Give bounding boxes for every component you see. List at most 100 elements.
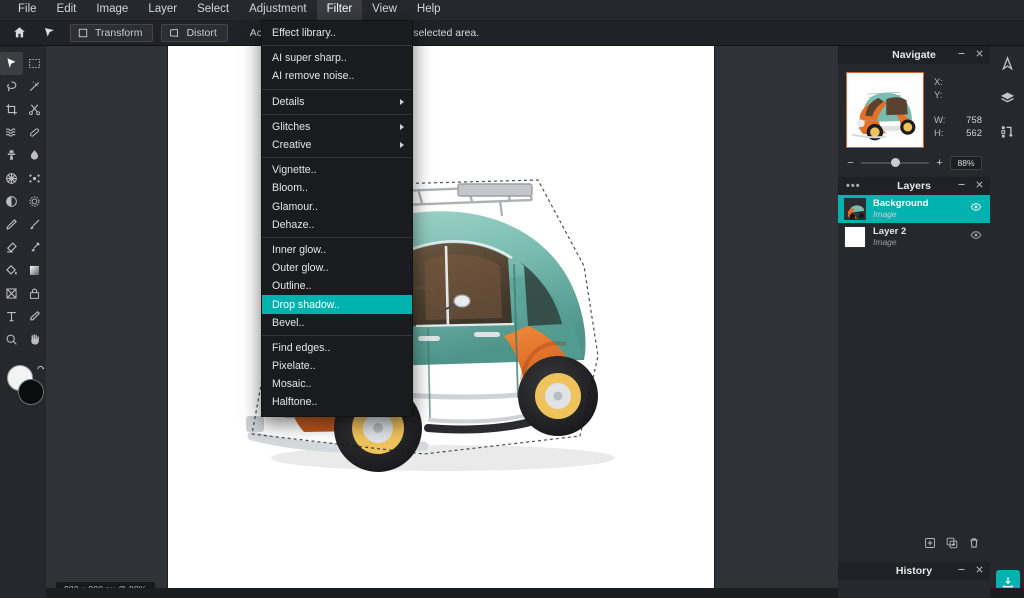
particles-tool[interactable] xyxy=(23,167,46,190)
add-layer-button[interactable] xyxy=(924,536,936,554)
menu-item-dehaze[interactable]: Dehaze.. xyxy=(262,216,412,234)
menu-select[interactable]: Select xyxy=(187,0,239,20)
menu-item-glamour[interactable]: Glamour.. xyxy=(262,198,412,216)
menu-item-glitches[interactable]: Glitches xyxy=(262,118,412,136)
menu-layer[interactable]: Layer xyxy=(138,0,187,20)
filter-dropdown-menu[interactable]: Effect library.. AI super sharp.. AI rem… xyxy=(261,20,413,417)
close-icon[interactable] xyxy=(975,180,984,192)
transform-button[interactable]: Transform xyxy=(70,23,154,42)
menu-item-inner-glow[interactable]: Inner glow.. xyxy=(262,241,412,259)
menu-item-drop-shadow[interactable]: Drop shadow.. xyxy=(262,295,412,314)
close-icon[interactable] xyxy=(975,565,984,577)
navigate-rail-icon[interactable] xyxy=(1000,56,1015,76)
layer-name: Background xyxy=(873,198,929,209)
zoom-in-button[interactable]: + xyxy=(935,157,944,169)
art-brush-tool[interactable] xyxy=(23,236,46,259)
menu-item-vignette[interactable]: Vignette.. xyxy=(262,161,412,179)
layers-list: Background Image Layer 2 Image xyxy=(838,195,990,251)
minimize-icon[interactable] xyxy=(957,180,966,192)
menu-item-bloom[interactable]: Bloom.. xyxy=(262,179,412,197)
blur-drop-tool[interactable] xyxy=(23,144,46,167)
layers-rail-icon[interactable] xyxy=(1000,90,1015,110)
layer-row-background[interactable]: Background Image xyxy=(838,195,990,223)
zoom-tool[interactable] xyxy=(0,328,23,351)
menu-separator xyxy=(262,157,412,159)
menu-item-pixelate[interactable]: Pixelate.. xyxy=(262,357,412,375)
menu-item-creative[interactable]: Creative xyxy=(262,136,412,154)
menu-separator xyxy=(262,113,412,115)
menu-item-mosaic[interactable]: Mosaic.. xyxy=(262,375,412,393)
history-rail-icon[interactable] xyxy=(1000,124,1015,144)
menu-separator xyxy=(262,236,412,238)
document-page[interactable] xyxy=(168,46,714,598)
eyedropper-tool[interactable] xyxy=(23,305,46,328)
home-icon[interactable] xyxy=(6,22,32,44)
liquify-tool[interactable] xyxy=(0,121,23,144)
sharpen-tool[interactable] xyxy=(23,190,46,213)
right-icon-rail xyxy=(990,46,1024,598)
lock-tool[interactable] xyxy=(23,282,46,305)
menu-edit[interactable]: Edit xyxy=(47,0,87,20)
menu-file[interactable]: File xyxy=(8,0,47,20)
navigate-w-value: 758 xyxy=(966,115,982,126)
menu-item-bevel[interactable]: Bevel.. xyxy=(262,314,412,332)
hand-tool[interactable] xyxy=(23,328,46,351)
menu-item-halftone[interactable]: Halftone.. xyxy=(262,393,412,411)
pencil-tool[interactable] xyxy=(0,213,23,236)
menu-item-creative-label: Creative xyxy=(272,139,312,152)
dodge-burn-tool[interactable] xyxy=(0,190,23,213)
navigate-h-label: H: xyxy=(934,128,944,139)
healing-brush-tool[interactable] xyxy=(23,121,46,144)
menu-item-ai-super-sharp[interactable]: AI super sharp.. xyxy=(262,49,412,67)
minimize-icon[interactable] xyxy=(957,565,966,577)
background-color-swatch[interactable] xyxy=(18,379,44,405)
magic-wand-tool[interactable] xyxy=(23,75,46,98)
menu-item-ai-remove-noise[interactable]: AI remove noise.. xyxy=(262,67,412,85)
menu-view[interactable]: View xyxy=(362,0,407,20)
distort-button[interactable]: Distort xyxy=(161,23,228,42)
eraser-tool[interactable] xyxy=(0,236,23,259)
minimize-icon[interactable] xyxy=(957,49,966,61)
menu-help[interactable]: Help xyxy=(407,0,451,20)
more-options-icon[interactable]: ••• xyxy=(846,180,861,192)
layer-type: Image xyxy=(873,209,897,219)
menu-item-outline[interactable]: Outline.. xyxy=(262,277,412,295)
pointer-icon[interactable] xyxy=(36,22,62,44)
layer-visibility-icon[interactable] xyxy=(970,200,982,218)
menu-image[interactable]: Image xyxy=(86,0,138,20)
menu-adjustment[interactable]: Adjustment xyxy=(239,0,317,20)
canvas-area[interactable]: 980 x 980 px @ 88% xyxy=(46,46,838,598)
options-bar: Transform Distort Active selection - dra… xyxy=(0,20,1024,46)
move-tool[interactable] xyxy=(0,52,23,75)
gradient-tool[interactable] xyxy=(23,259,46,282)
zoom-value-field[interactable]: 88% xyxy=(950,156,982,170)
delete-layer-button[interactable] xyxy=(968,536,980,554)
paint-bucket-tool[interactable] xyxy=(0,259,23,282)
zoom-slider-handle[interactable] xyxy=(890,158,900,167)
layer-visibility-icon[interactable] xyxy=(970,228,982,246)
marquee-select-tool[interactable] xyxy=(23,52,46,75)
close-icon[interactable] xyxy=(975,49,984,61)
scissors-tool[interactable] xyxy=(23,98,46,121)
crop-tool[interactable] xyxy=(0,98,23,121)
menu-bar: File Edit Image Layer Select Adjustment … xyxy=(0,0,1024,20)
navigator-thumbnail[interactable] xyxy=(846,72,924,148)
zoom-slider[interactable] xyxy=(861,157,929,169)
clone-stamp-tool[interactable] xyxy=(0,144,23,167)
menu-item-find-edges[interactable]: Find edges.. xyxy=(262,339,412,357)
gradient-mesh-tool[interactable] xyxy=(0,167,23,190)
duplicate-layer-button[interactable] xyxy=(946,536,958,554)
layer-row-layer-2[interactable]: Layer 2 Image xyxy=(838,223,990,251)
menu-item-effect-library[interactable]: Effect library.. xyxy=(262,24,412,42)
swap-colors-icon[interactable] xyxy=(35,363,46,381)
menu-item-details[interactable]: Details xyxy=(262,93,412,111)
lasso-tool[interactable] xyxy=(0,75,23,98)
transform-tool[interactable] xyxy=(0,282,23,305)
menu-item-outer-glow[interactable]: Outer glow.. xyxy=(262,259,412,277)
menu-filter[interactable]: Filter xyxy=(316,0,363,20)
zoom-out-button[interactable]: − xyxy=(846,157,855,169)
layer-type: Image xyxy=(873,237,897,247)
color-picker[interactable] xyxy=(6,365,46,413)
text-tool[interactable] xyxy=(0,305,23,328)
paintbrush-tool[interactable] xyxy=(23,213,46,236)
